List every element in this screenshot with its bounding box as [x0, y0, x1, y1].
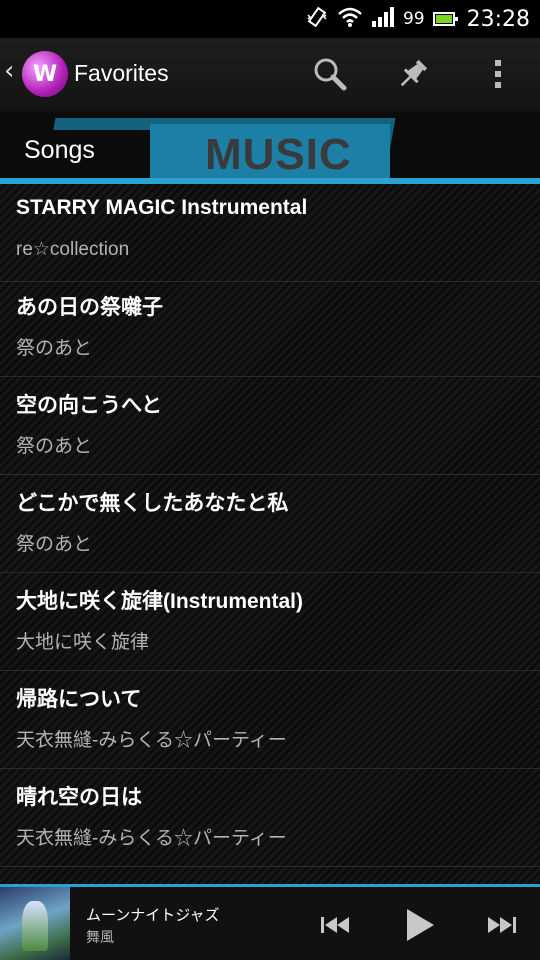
song-title: 大地に咲く旋律(Instrumental): [16, 590, 304, 613]
previous-icon[interactable]: [313, 903, 357, 947]
section-label-text: Songs: [24, 136, 95, 164]
banner-music-text: MUSIC: [205, 130, 352, 179]
battery-icon: [432, 12, 458, 26]
song-row[interactable]: あの日の祭囃子 祭のあと: [0, 279, 540, 377]
song-title: 帰路について: [16, 688, 142, 711]
search-icon[interactable]: [310, 54, 350, 94]
song-row[interactable]: STARRY MAGIC Instrumental re☆collection: [0, 184, 540, 282]
wifi-icon: [337, 6, 363, 32]
signal-icon: [371, 6, 395, 32]
song-artist: 天衣無縫-みらくる☆パーティー: [16, 828, 287, 849]
song-artist: 祭のあと: [16, 436, 93, 457]
battery-percent: 99: [402, 9, 425, 29]
back-chevron-icon[interactable]: ‹: [4, 56, 14, 86]
section-banner: MUSIC Songs: [0, 112, 540, 180]
page-title: Favorites: [74, 60, 169, 86]
walkman-logo-icon[interactable]: W: [22, 51, 68, 97]
song-title: 空の向こうへと: [16, 394, 162, 417]
action-bar: ‹ W Favorites: [0, 38, 540, 112]
pin-icon[interactable]: [393, 54, 433, 94]
song-artist: re☆collection: [16, 239, 130, 260]
song-artist: 天衣無縫-みらくる☆パーティー: [16, 730, 287, 751]
play-icon[interactable]: [396, 903, 440, 947]
song-row[interactable]: どこかで無くしたあなたと私 祭のあと: [0, 475, 540, 573]
song-title: 晴れ空の日は: [16, 786, 142, 809]
song-artist: 祭のあと: [16, 534, 93, 555]
song-title: あの日の祭囃子: [16, 296, 163, 319]
song-row[interactable]: 帰路について 天衣無縫-みらくる☆パーティー: [0, 671, 540, 769]
mini-player[interactable]: ムーンナイトジャズ 舞風: [0, 887, 540, 960]
song-row[interactable]: 空の向こうへと 祭のあと: [0, 377, 540, 475]
album-art[interactable]: [0, 887, 70, 960]
now-playing-artist: 舞風: [86, 929, 114, 945]
song-row[interactable]: 晴れ空の日は 天衣無縫-みらくる☆パーティー: [0, 769, 540, 867]
status-bar: 99 23:28: [0, 0, 540, 38]
vibrate-icon: [305, 5, 329, 33]
clock: 23:28: [466, 6, 530, 32]
now-playing-title: ムーンナイトジャズ: [86, 907, 220, 924]
overflow-menu-icon[interactable]: [478, 54, 518, 94]
section-label: Songs: [0, 130, 150, 180]
next-icon[interactable]: [480, 903, 524, 947]
song-row[interactable]: 大地に咲く旋律(Instrumental) 大地に咲く旋律: [0, 573, 540, 671]
song-title: STARRY MAGIC Instrumental: [16, 196, 308, 219]
song-artist: 大地に咲く旋律: [16, 632, 150, 653]
song-title: どこかで無くしたあなたと私: [16, 492, 289, 515]
song-list[interactable]: STARRY MAGIC Instrumental re☆collection …: [0, 184, 540, 884]
song-artist: 祭のあと: [16, 338, 93, 359]
